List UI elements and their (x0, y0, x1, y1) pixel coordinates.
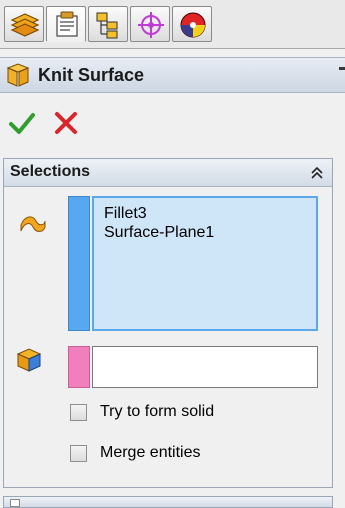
selection-color-indicator-blue (68, 196, 90, 331)
dimxpert-manager-tab[interactable] (130, 6, 170, 42)
checkbox-label: Merge entities (100, 444, 201, 461)
property-manager-tab[interactable] (46, 6, 86, 42)
property-manager-icon (56, 11, 78, 37)
seed-face-icon (14, 346, 44, 379)
display-manager-icon (180, 12, 206, 38)
property-manager-title-bar: Knit Surface (0, 57, 345, 93)
pin-icon[interactable] (339, 67, 345, 70)
try-to-form-solid-checkbox[interactable] (70, 404, 87, 421)
selections-group-header[interactable]: Selections (4, 159, 332, 187)
seed-face-selection-box[interactable] (92, 346, 318, 388)
surface-selection-list[interactable]: Fillet3 Surface-Plane1 (92, 196, 318, 331)
configuration-manager-tab[interactable] (88, 6, 128, 42)
page-title: Knit Surface (38, 65, 145, 85)
x-icon (55, 112, 77, 134)
display-manager-tab[interactable] (172, 6, 212, 42)
configuration-manager-icon (96, 12, 118, 39)
selections-group-title: Selections (10, 163, 91, 180)
checkmark-icon (9, 113, 35, 134)
checkbox-label: Try to form solid (100, 403, 215, 420)
dimxpert-manager-icon (138, 12, 164, 38)
list-item[interactable]: Fillet3 (104, 204, 316, 223)
surface-faces-icon (19, 213, 47, 240)
ok-button[interactable] (8, 109, 36, 137)
feature-manager-icon (10, 13, 40, 37)
cancel-button[interactable] (52, 109, 80, 137)
feature-manager-tab[interactable] (4, 6, 44, 42)
manager-tab-strip (0, 0, 345, 49)
double-chevron-up-icon[interactable] (310, 166, 324, 185)
group-checkbox-icon[interactable] (10, 499, 20, 507)
next-group-header[interactable] (3, 496, 333, 508)
selection-color-indicator-pink (68, 346, 90, 388)
list-item[interactable]: Surface-Plane1 (104, 223, 316, 242)
knit-surface-icon (5, 63, 31, 94)
merge-entities-checkbox[interactable] (70, 445, 87, 462)
